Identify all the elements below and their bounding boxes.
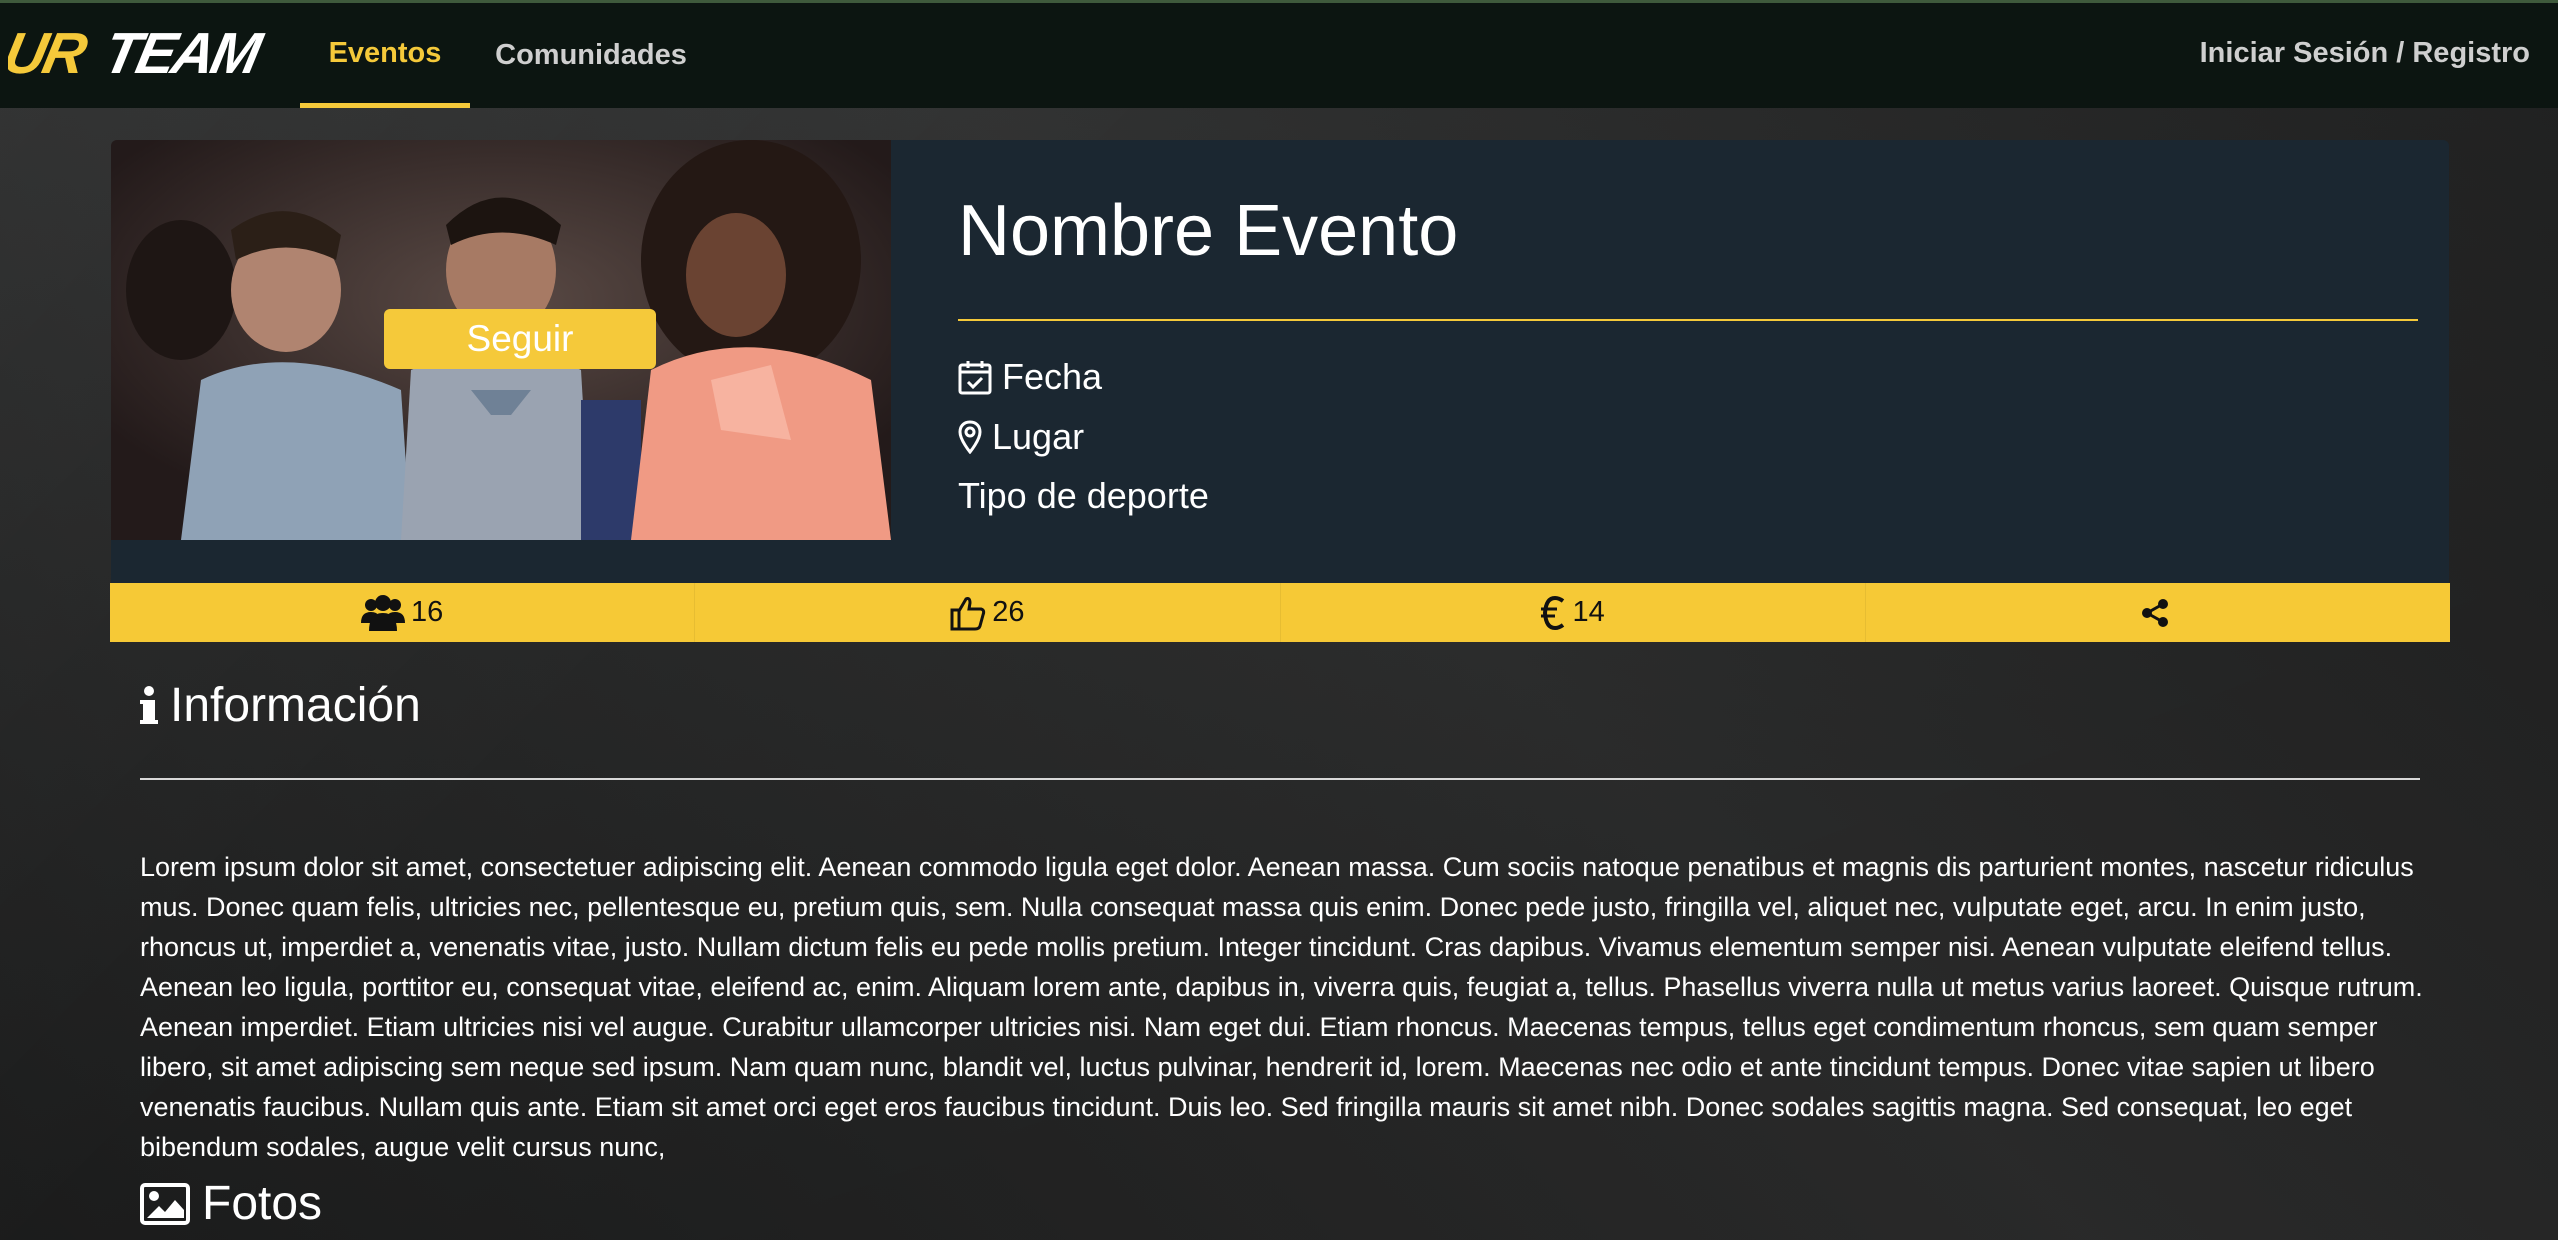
- info-heading-label: Información: [170, 679, 421, 732]
- event-sport-type: Tipo de deporte: [958, 475, 1209, 517]
- thumbs-up-icon: [950, 596, 986, 630]
- event-date: Fecha: [958, 356, 1102, 398]
- svg-text:UR: UR: [8, 22, 92, 81]
- image-icon: [140, 1182, 190, 1225]
- users-icon: [360, 594, 405, 631]
- event-title: Nombre Evento: [958, 191, 1459, 271]
- participants-stat[interactable]: 16: [110, 583, 696, 642]
- event-stats-bar: 16 26 14: [110, 583, 2450, 642]
- photos-section-heading: Fotos: [140, 1176, 322, 1231]
- follow-button[interactable]: Seguir: [384, 309, 656, 369]
- info-description: Lorem ipsum dolor sit amet, consectetuer…: [140, 852, 2423, 1162]
- nav-tab-comunidades[interactable]: Comunidades: [478, 3, 704, 108]
- participants-count: 16: [410, 596, 444, 628]
- share-icon[interactable]: [2140, 598, 2170, 628]
- event-date-label: Fecha: [1002, 356, 1103, 397]
- photos-heading-label: Fotos: [202, 1177, 323, 1230]
- event-cover-image: Seguir: [111, 140, 891, 540]
- top-navbar: UR TEAM Eventos Comunidades Iniciar Sesi…: [0, 0, 2558, 108]
- event-place: Lugar: [958, 416, 1084, 458]
- title-divider: [958, 319, 2418, 321]
- nav-tab-eventos[interactable]: Eventos: [300, 3, 470, 108]
- euro-icon: [1541, 595, 1565, 630]
- likes-stat[interactable]: 26: [695, 583, 1281, 642]
- likes-count: 26: [992, 596, 1025, 628]
- svg-text:TEAM: TEAM: [98, 22, 268, 81]
- info-divider: [140, 778, 2420, 780]
- price-value: 14: [1572, 596, 1605, 628]
- event-place-label: Lugar: [992, 416, 1085, 457]
- calendar-check-icon: [958, 361, 992, 395]
- price-stat[interactable]: 14: [1281, 583, 1866, 642]
- login-register-link[interactable]: Iniciar Sesión / Registro: [2200, 3, 2530, 103]
- map-marker-icon: [958, 420, 982, 454]
- event-header-card: Seguir Nombre Evento Fecha Lugar Tipo de…: [111, 140, 2449, 583]
- urteam-logo[interactable]: UR TEAM: [8, 21, 298, 81]
- info-icon: [140, 685, 158, 724]
- event-sport-label: Tipo de deporte: [958, 475, 1209, 516]
- info-section-heading: Información: [140, 678, 421, 733]
- share-stat[interactable]: [1866, 583, 2450, 642]
